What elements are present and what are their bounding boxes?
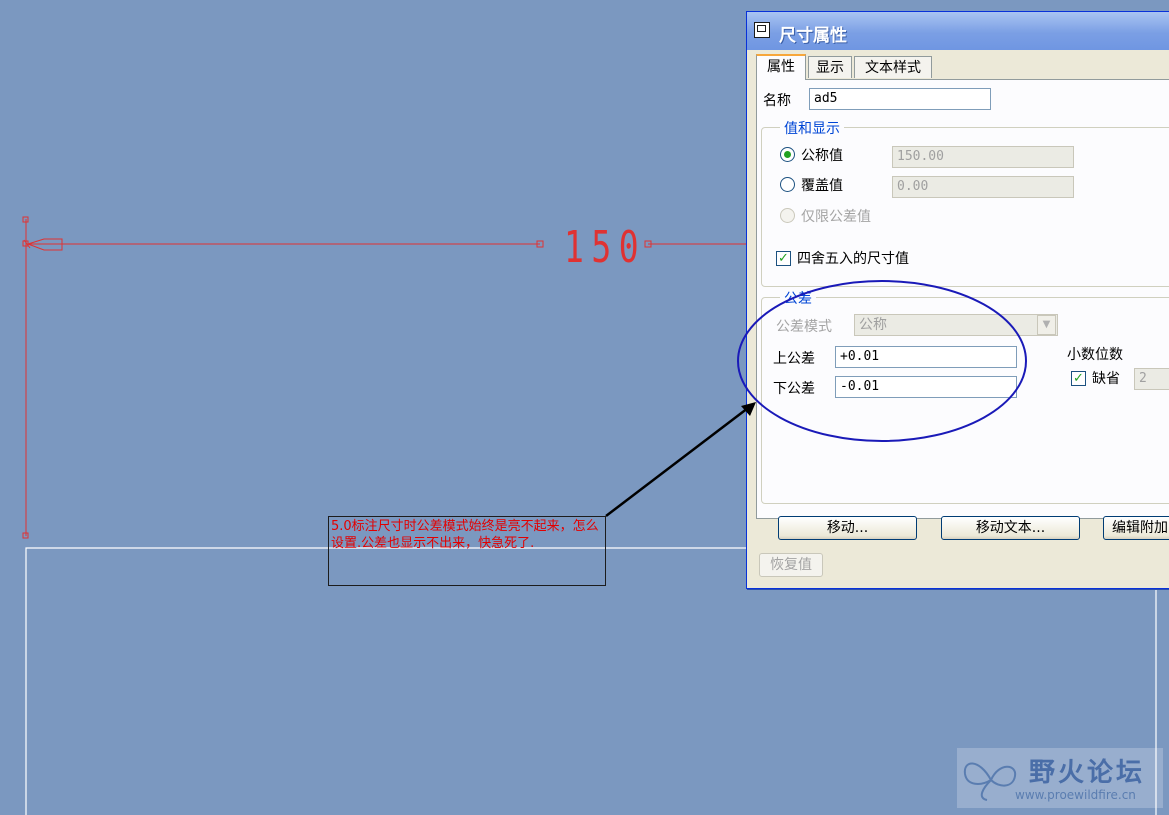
watermark-title: 野火论坛 <box>1029 758 1146 788</box>
arrowhead-icon <box>741 402 756 416</box>
butterfly-logo-icon <box>963 762 1017 801</box>
forum-watermark: 野火论坛 www.proewildfire.cn <box>957 748 1163 808</box>
pointer-arrow <box>605 407 749 517</box>
watermark-url: www.proewildfire.cn <box>1015 788 1136 802</box>
highlight-ellipse <box>737 280 1027 442</box>
markup-overlay <box>605 280 1027 517</box>
tab-properties[interactable]: 属性 <box>756 54 806 80</box>
